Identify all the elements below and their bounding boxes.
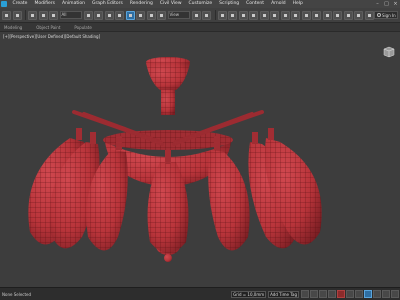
close-icon[interactable]: × bbox=[391, 0, 400, 8]
menu-modifiers[interactable]: Modifiers bbox=[31, 0, 59, 8]
select-rotate-icon[interactable] bbox=[136, 10, 145, 20]
minimize-icon[interactable]: – bbox=[373, 0, 382, 8]
menu-create[interactable]: Create bbox=[9, 0, 31, 8]
next-frame-icon[interactable] bbox=[346, 290, 354, 298]
set-key-icon[interactable] bbox=[310, 290, 318, 298]
menu-customize[interactable]: Customize bbox=[185, 0, 216, 8]
render-frame-icon[interactable] bbox=[354, 10, 363, 20]
render-setup-icon[interactable] bbox=[343, 10, 353, 20]
graphite-toolbar-icon[interactable] bbox=[301, 10, 311, 20]
selection-filter-dropdown[interactable]: All bbox=[59, 11, 82, 19]
curve-editor-icon[interactable] bbox=[312, 10, 321, 20]
viewport-label[interactable]: [+][Perspective][User Defined][Default S… bbox=[3, 34, 100, 39]
pivot-center-icon[interactable] bbox=[191, 10, 201, 20]
select-by-name-icon[interactable] bbox=[94, 10, 103, 20]
toolbar-divider bbox=[25, 10, 26, 20]
grid-readout: Grid = 10,0mm bbox=[231, 290, 267, 298]
search-icon bbox=[377, 13, 381, 17]
status-controls: Grid = 10,0mm Add Time Tag bbox=[231, 290, 400, 298]
app-logo-icon[interactable] bbox=[1, 1, 7, 7]
select-object-icon[interactable] bbox=[83, 10, 93, 20]
maximize-icon[interactable]: □ bbox=[382, 0, 391, 8]
pan-icon[interactable] bbox=[382, 290, 390, 298]
rect-selection-icon[interactable] bbox=[104, 10, 114, 20]
percent-snap-icon[interactable] bbox=[238, 10, 248, 20]
unlink-icon[interactable] bbox=[38, 10, 48, 20]
go-to-start-icon[interactable] bbox=[319, 290, 327, 298]
redo-icon[interactable] bbox=[12, 10, 22, 20]
menu-scripting[interactable]: Scripting bbox=[216, 0, 243, 8]
canopy-part bbox=[146, 57, 190, 115]
status-bar: None Selected Grid = 10,0mm Add Time Tag bbox=[0, 287, 400, 300]
select-move-icon[interactable] bbox=[125, 10, 135, 20]
zoom-extents-icon[interactable] bbox=[364, 290, 372, 298]
sign-in-label: Sign In bbox=[382, 12, 396, 18]
bind-space-warp-icon[interactable] bbox=[49, 10, 58, 20]
menu-content[interactable]: Content bbox=[243, 0, 268, 8]
menu-bar: Create Modifiers Animation Graph Editors… bbox=[0, 0, 400, 8]
schematic-view-icon[interactable] bbox=[322, 10, 332, 20]
named-selection-icon[interactable] bbox=[259, 10, 269, 20]
go-to-end-icon[interactable] bbox=[355, 290, 363, 298]
layer-explorer-icon[interactable] bbox=[291, 10, 300, 20]
menu-animation[interactable]: Animation bbox=[59, 0, 89, 8]
snaps-toggle-icon[interactable] bbox=[217, 10, 227, 20]
ribbon-bar: Modeling Object Paint Populate bbox=[0, 22, 400, 32]
add-time-tag-button[interactable]: Add Time Tag bbox=[268, 290, 299, 298]
menu-rendering[interactable]: Rendering bbox=[126, 0, 156, 8]
spinner-snap-icon[interactable] bbox=[249, 10, 258, 20]
maximize-viewport-icon[interactable] bbox=[391, 290, 399, 298]
orbit-icon[interactable] bbox=[373, 290, 381, 298]
undo-icon[interactable] bbox=[2, 10, 11, 20]
bulb-shade-right-inner bbox=[208, 150, 250, 251]
tab-modeling[interactable]: Modeling bbox=[0, 25, 32, 31]
previous-frame-icon[interactable] bbox=[328, 290, 336, 298]
angle-snap-icon[interactable] bbox=[228, 10, 237, 20]
reference-coordinate-dropdown[interactable]: View bbox=[167, 11, 190, 19]
viewcube-icon[interactable] bbox=[381, 46, 397, 58]
window-crossing-icon[interactable] bbox=[115, 10, 124, 20]
menu-civil-view[interactable]: Civil View bbox=[156, 0, 185, 8]
chandelier-model[interactable] bbox=[0, 32, 400, 287]
menu-help[interactable]: Help bbox=[289, 0, 306, 8]
sign-in-field[interactable]: Sign In bbox=[374, 11, 398, 19]
select-scale-icon[interactable] bbox=[146, 10, 156, 20]
menu-graph-editors[interactable]: Graph Editors bbox=[88, 0, 126, 8]
keyboard-shortcut-icon[interactable] bbox=[202, 10, 211, 20]
mirror-icon[interactable] bbox=[270, 10, 279, 20]
window-controls: – □ × bbox=[373, 0, 400, 8]
tab-populate[interactable]: Populate bbox=[70, 25, 101, 31]
auto-key-icon[interactable] bbox=[301, 290, 309, 298]
link-icon[interactable] bbox=[28, 10, 37, 20]
tab-object-paint[interactable]: Object Paint bbox=[32, 25, 70, 31]
menu-arnold[interactable]: Arnold bbox=[268, 0, 290, 8]
play-icon[interactable] bbox=[337, 290, 345, 298]
render-icon[interactable] bbox=[364, 10, 374, 20]
select-place-icon[interactable] bbox=[157, 10, 166, 20]
align-icon[interactable] bbox=[280, 10, 290, 20]
material-editor-icon[interactable] bbox=[333, 10, 342, 20]
status-message: None Selected bbox=[2, 291, 32, 297]
toolbar-divider bbox=[214, 10, 216, 20]
main-toolbar: All View Sign In bbox=[0, 8, 400, 22]
perspective-viewport[interactable]: [+][Perspective][User Defined][Default S… bbox=[0, 32, 400, 287]
